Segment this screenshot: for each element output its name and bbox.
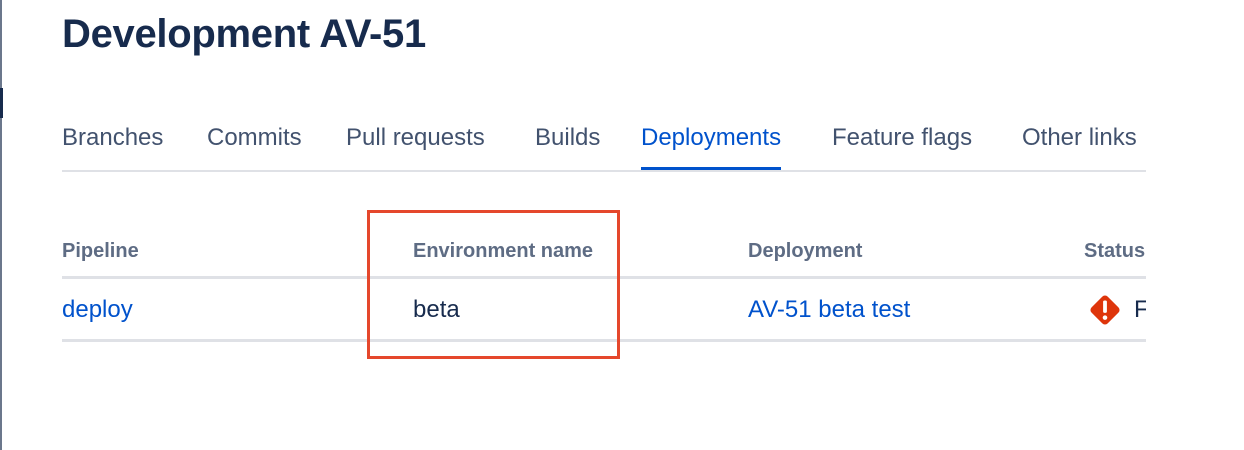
tab-pull-requests[interactable]: Pull requests bbox=[346, 122, 485, 168]
column-header-pipeline: Pipeline bbox=[62, 240, 139, 262]
tab-other-links[interactable]: Other links bbox=[1022, 122, 1137, 168]
highlight-annotation-box bbox=[367, 210, 620, 359]
column-header-status: Status bbox=[1084, 240, 1146, 262]
tab-branches[interactable]: Branches bbox=[62, 122, 163, 168]
status-text: F bbox=[1134, 296, 1146, 323]
pipeline-link[interactable]: deploy bbox=[62, 296, 133, 324]
status-cell: F bbox=[1086, 292, 1146, 328]
page-title: Development AV-51 bbox=[62, 12, 426, 56]
window-edge-marker bbox=[0, 88, 3, 118]
tab-feature-flags[interactable]: Feature flags bbox=[832, 122, 972, 168]
tab-commits[interactable]: Commits bbox=[207, 122, 302, 168]
deployment-link[interactable]: AV-51 beta test bbox=[748, 296, 910, 324]
tab-bar: Branches Commits Pull requests Builds De… bbox=[62, 122, 1146, 172]
tab-builds[interactable]: Builds bbox=[535, 122, 600, 168]
error-icon bbox=[1090, 295, 1120, 325]
tab-deployments[interactable]: Deployments bbox=[641, 122, 782, 170]
window-left-edge bbox=[0, 0, 2, 450]
column-header-deployment: Deployment bbox=[748, 240, 863, 262]
